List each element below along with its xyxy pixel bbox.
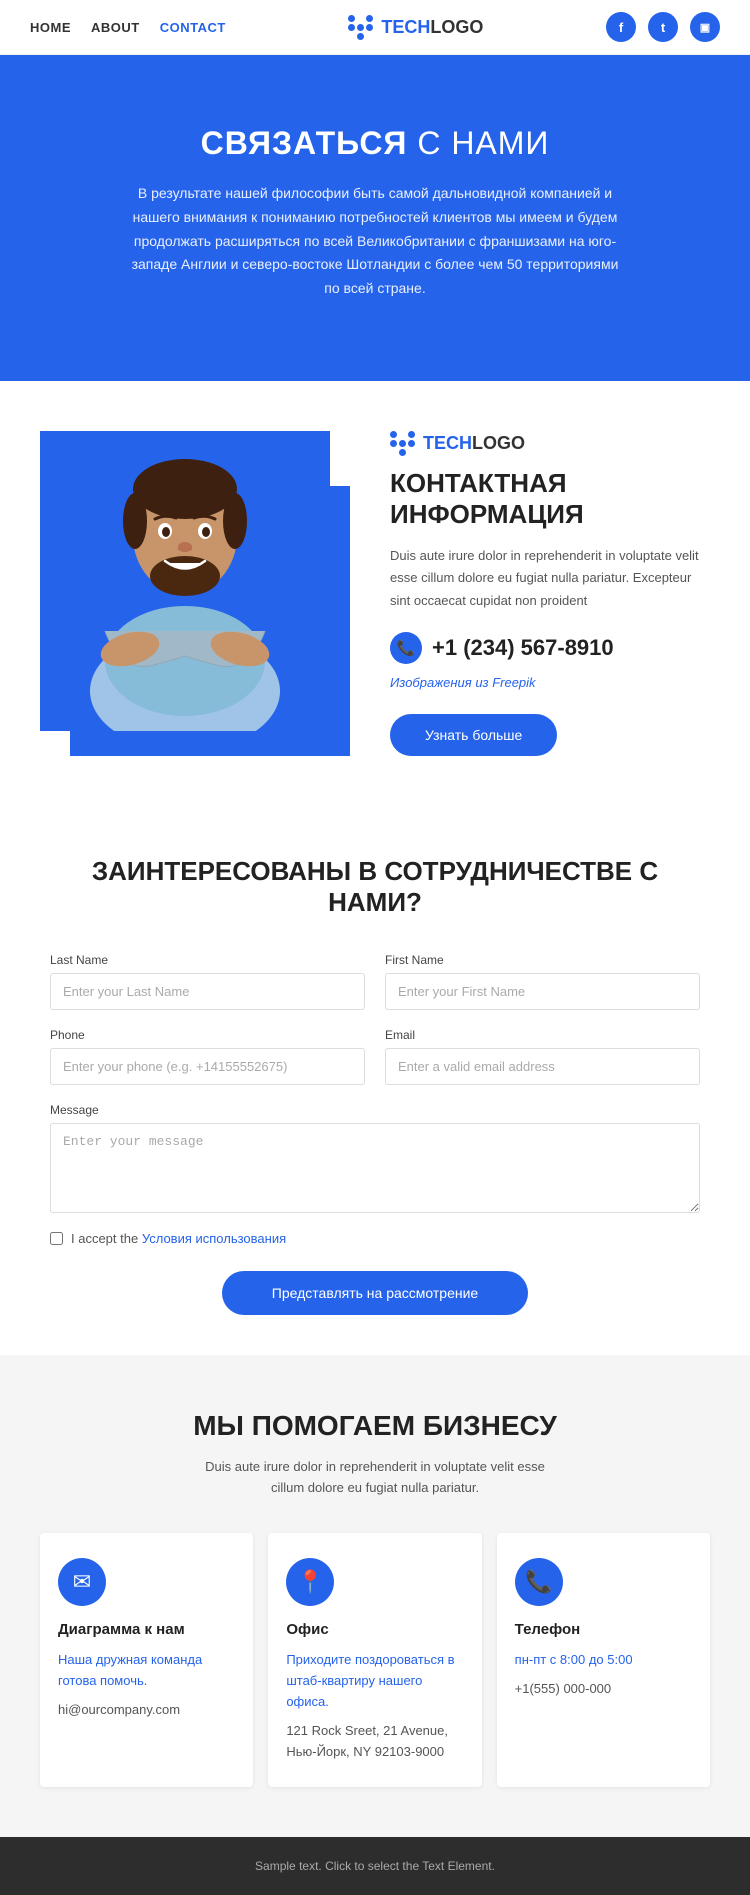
footer-text: Sample text. Click to select the Text El… — [255, 1859, 495, 1873]
logo: TECHLOGO — [348, 15, 483, 40]
email-card-link[interactable]: Наша дружная команда готова помочь. — [58, 1650, 235, 1692]
terms-row: I accept the Условия использования — [50, 1231, 700, 1246]
interested-section: ЗАИНТЕРЕСОВАНЫ В СОТРУДНИЧЕСТВЕ С НАМИ? … — [0, 806, 750, 1355]
contact-image-wrap — [40, 421, 350, 756]
last-name-group: Last Name — [50, 953, 365, 1010]
contact-logo-dots — [390, 431, 415, 456]
instagram-icon[interactable]: ▣ — [690, 12, 720, 42]
help-subtitle: Duis aute irure dolor in reprehenderit i… — [200, 1457, 550, 1499]
phone-card-icon: 📞 — [515, 1558, 563, 1606]
message-group: Message — [50, 1103, 700, 1213]
phone-card-title: Телефон — [515, 1621, 692, 1638]
help-card-email: ✉ Диаграмма к нам Наша дружная команда г… — [40, 1533, 253, 1787]
office-address2: Нью-Йорк, NY 92103-9000 — [286, 1744, 444, 1759]
last-name-input[interactable] — [50, 973, 365, 1010]
submit-wrap: Представлять на рассмотрение — [50, 1271, 700, 1315]
office-address1: 121 Rock Sreet, 21 Avenue, — [286, 1723, 448, 1738]
help-cards: ✉ Диаграмма к нам Наша дружная команда г… — [40, 1533, 710, 1787]
freepik-link[interactable]: Freepik — [492, 675, 535, 690]
freepik-note: Изображения из Freepik — [390, 672, 710, 694]
logo-dots — [348, 15, 373, 40]
interested-title: ЗАИНТЕРЕСОВАНЫ В СОТРУДНИЧЕСТВЕ С НАМИ? — [50, 856, 700, 918]
footer: Sample text. Click to select the Text El… — [0, 1837, 750, 1895]
first-name-label: First Name — [385, 953, 700, 967]
help-title: МЫ ПОМОГАЕМ БИЗНЕСУ — [40, 1410, 710, 1442]
nav-home[interactable]: HOME — [30, 20, 71, 35]
submit-button[interactable]: Представлять на рассмотрение — [222, 1271, 528, 1315]
terms-label: I accept the Условия использования — [71, 1231, 286, 1246]
hero-section: СВЯЗАТЬСЯ С НАМИ В результате нашей фило… — [0, 55, 750, 381]
office-card-highlight: Приходите поздороваться в штаб-квартиру … — [286, 1650, 463, 1712]
first-name-input[interactable] — [385, 973, 700, 1010]
help-card-office: 📍 Офис Приходите поздороваться в штаб-кв… — [268, 1533, 481, 1787]
learn-more-button[interactable]: Узнать больше — [390, 714, 557, 756]
email-input[interactable] — [385, 1048, 700, 1085]
contact-info-section: TECHLOGO КОНТАКТНАЯ ИНФОРМАЦИЯ Duis aute… — [0, 381, 750, 806]
facebook-icon[interactable]: f — [606, 12, 636, 42]
contact-heading: КОНТАКТНАЯ ИНФОРМАЦИЯ — [390, 468, 710, 530]
nav-links: HOME ABOUT CONTACT — [30, 20, 226, 35]
contact-logo-row: TECHLOGO — [390, 431, 710, 456]
terms-checkbox[interactable] — [50, 1232, 63, 1245]
phone-icon: 📞 — [390, 632, 422, 664]
nav-contact[interactable]: CONTACT — [160, 20, 226, 35]
hero-title: СВЯЗАТЬСЯ С НАМИ — [201, 125, 550, 162]
phone-card-number: +1(555) 000-000 — [515, 1681, 612, 1696]
contact-description: Duis aute irure dolor in reprehenderit i… — [390, 545, 710, 611]
phone-card-highlight: пн-пт с 8:00 до 5:00 — [515, 1650, 692, 1671]
contact-row: Phone Email — [50, 1028, 700, 1085]
office-card-icon: 📍 — [286, 1558, 334, 1606]
navbar: HOME ABOUT CONTACT TECHLOGO f t ▣ — [0, 0, 750, 55]
phone-group: Phone — [50, 1028, 365, 1085]
message-label: Message — [50, 1103, 700, 1117]
social-icons: f t ▣ — [606, 12, 720, 42]
person-image — [40, 431, 330, 731]
email-card-email: hi@ourcompany.com — [58, 1702, 180, 1717]
message-textarea[interactable] — [50, 1123, 700, 1213]
office-card-title: Офис — [286, 1621, 463, 1638]
email-label: Email — [385, 1028, 700, 1042]
phone-label: Phone — [50, 1028, 365, 1042]
help-section: МЫ ПОМОГАЕМ БИЗНЕСУ Duis aute irure dolo… — [0, 1355, 750, 1838]
contact-info-content: TECHLOGO КОНТАКТНАЯ ИНФОРМАЦИЯ Duis aute… — [390, 421, 710, 756]
nav-about[interactable]: ABOUT — [91, 20, 140, 35]
contact-logo-text: TECHLOGO — [423, 433, 525, 454]
name-row: Last Name First Name — [50, 953, 700, 1010]
phone-row: 📞 +1 (234) 567-8910 — [390, 632, 710, 664]
logo-text: TECHLOGO — [381, 17, 483, 38]
email-group: Email — [385, 1028, 700, 1085]
terms-link[interactable]: Условия использования — [142, 1231, 286, 1246]
phone-input[interactable] — [50, 1048, 365, 1085]
first-name-group: First Name — [385, 953, 700, 1010]
last-name-label: Last Name — [50, 953, 365, 967]
phone-number: +1 (234) 567-8910 — [432, 635, 614, 661]
email-card-title: Диаграмма к нам — [58, 1621, 235, 1638]
hero-description: В результате нашей философии быть самой … — [125, 182, 625, 301]
email-card-icon: ✉ — [58, 1558, 106, 1606]
help-card-phone: 📞 Телефон пн-пт с 8:00 до 5:00 +1(555) 0… — [497, 1533, 710, 1787]
twitter-icon[interactable]: t — [648, 12, 678, 42]
